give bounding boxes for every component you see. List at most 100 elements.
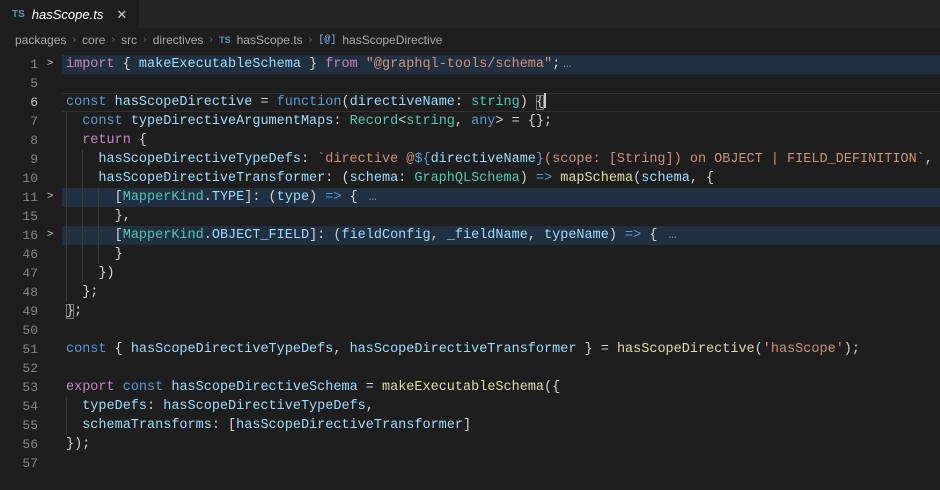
line-number: 9 <box>0 150 38 169</box>
tab-hasscope-ts[interactable]: TS hasScope.ts ✕ <box>0 0 139 28</box>
line-content[interactable] <box>62 454 940 473</box>
line-content[interactable] <box>62 74 940 93</box>
code-line[interactable]: 7 const typeDirectiveArgumentMaps: Recor… <box>0 112 940 131</box>
code-token: ) <box>520 171 536 186</box>
code-line[interactable]: 46 } <box>0 245 940 264</box>
line-content[interactable]: const hasScopeDirective = function(direc… <box>62 93 940 112</box>
code-line[interactable]: 47 }) <box>0 264 940 283</box>
code-token: hasScopeDirectiveTypeDefs <box>98 152 301 167</box>
text-cursor <box>544 93 546 108</box>
fold-gutter-space <box>38 264 62 283</box>
line-number: 53 <box>0 378 38 397</box>
fold-chevron-icon[interactable]: > <box>38 188 62 207</box>
line-number: 10 <box>0 169 38 188</box>
line-content[interactable]: }; <box>62 302 940 321</box>
code-line[interactable]: 10 hasScopeDirectiveTransformer: (schema… <box>0 169 940 188</box>
breadcrumb-item-src[interactable]: src <box>121 33 137 47</box>
code-line[interactable]: 9 hasScopeDirectiveTypeDefs: `directive … <box>0 150 940 169</box>
code-line[interactable]: 55 schemaTransforms: [hasScopeDirectiveT… <box>0 416 940 435</box>
breadcrumb-item-packages[interactable]: packages <box>15 33 66 47</box>
fold-gutter-space <box>38 359 62 378</box>
line-content[interactable]: const typeDirectiveArgumentMaps: Record<… <box>62 112 940 131</box>
folded-code-ellipsis[interactable]: … <box>369 190 377 205</box>
code-line[interactable]: 54 typeDefs: hasScopeDirectiveTypeDefs, <box>0 397 940 416</box>
code-token: GraphQLSchema <box>414 171 519 186</box>
code-line[interactable]: 1>import { makeExecutableSchema } from "… <box>0 55 940 74</box>
code-line[interactable]: 49}; <box>0 302 940 321</box>
line-content[interactable]: hasScopeDirectiveTransformer: (schema: G… <box>62 169 940 188</box>
line-content[interactable]: schemaTransforms: [hasScopeDirectiveTran… <box>62 416 940 435</box>
line-content[interactable]: }); <box>62 435 940 454</box>
code-token: Record <box>350 114 399 129</box>
code-editor[interactable]: 1>import { makeExecutableSchema } from "… <box>0 52 940 473</box>
code-token: TYPE <box>212 190 244 205</box>
code-token: typeDefs <box>82 399 147 414</box>
code-line[interactable]: 57 <box>0 454 940 473</box>
code-line[interactable]: 50 <box>0 321 940 340</box>
fold-gutter-space <box>38 454 62 473</box>
code-line[interactable]: 11> [MapperKind.TYPE]: (type) => { … <box>0 188 940 207</box>
indent-guide <box>98 207 99 226</box>
code-line[interactable]: 5 <box>0 74 940 93</box>
code-line[interactable]: 56}); <box>0 435 940 454</box>
breadcrumb-item-symbol[interactable]: hasScopeDirective <box>342 33 442 47</box>
indent-guide <box>66 131 67 150</box>
code-line[interactable]: 48 }; <box>0 283 940 302</box>
code-line[interactable]: 16> [MapperKind.OBJECT_FIELD]: (fieldCon… <box>0 226 940 245</box>
breadcrumb-item-directives[interactable]: directives <box>153 33 204 47</box>
line-content[interactable]: }) <box>62 264 940 283</box>
code-token: : <box>301 152 317 167</box>
code-token: , <box>333 342 349 357</box>
line-content[interactable] <box>62 321 940 340</box>
fold-gutter-space <box>38 93 62 112</box>
line-content[interactable]: typeDefs: hasScopeDirectiveTypeDefs, <box>62 397 940 416</box>
gutter: 57 <box>0 454 62 473</box>
indent-guide <box>98 245 99 264</box>
code-token: [ <box>115 190 123 205</box>
code-token: } = <box>576 342 617 357</box>
code-line[interactable]: 53 export const hasScopeDirectiveSchema =… <box>0 378 940 397</box>
line-content[interactable]: hasScopeDirectiveTypeDefs: `directive @$… <box>62 150 940 169</box>
line-content[interactable]: return { <box>62 131 940 150</box>
line-content[interactable] <box>62 359 940 378</box>
indent-guide <box>66 416 67 435</box>
folded-code-ellipsis[interactable]: … <box>669 228 677 243</box>
line-content[interactable]: }, <box>62 207 940 226</box>
line-number: 50 <box>0 321 38 340</box>
folded-code-ellipsis[interactable]: … <box>563 57 571 72</box>
fold-gutter-space <box>38 169 62 188</box>
fold-gutter-space <box>38 112 62 131</box>
line-content[interactable]: const { hasScopeDirectiveTypeDefs, hasSc… <box>62 340 940 359</box>
gutter: 54 <box>0 397 62 416</box>
code-line[interactable]: 51const { hasScopeDirectiveTypeDefs, has… <box>0 340 940 359</box>
line-content[interactable]: [MapperKind.TYPE]: (type) => { … <box>62 188 940 207</box>
fold-chevron-icon[interactable]: > <box>38 226 62 245</box>
breadcrumb-item-file[interactable]: hasScope.ts <box>237 33 303 47</box>
code-token: { <box>107 342 131 357</box>
code-token: }); <box>66 437 90 452</box>
line-content[interactable]: [MapperKind.OBJECT_FIELD]: (fieldConfig,… <box>62 226 940 245</box>
line-content[interactable]: } <box>62 245 940 264</box>
gutter: 9 <box>0 150 62 169</box>
indent-guide <box>66 245 67 264</box>
code-line[interactable]: 8 return { <box>0 131 940 150</box>
code-line[interactable]: 52 <box>0 359 940 378</box>
code-line[interactable]: 15 }, <box>0 207 940 226</box>
code-line[interactable]: 6const hasScopeDirective = function(dire… <box>0 93 940 112</box>
symbol-variable-icon: [@] <box>318 35 336 46</box>
code-token: }) <box>98 266 114 281</box>
line-content[interactable]: export const hasScopeDirectiveSchema = m… <box>62 378 940 397</box>
line-number: 55 <box>0 416 38 435</box>
line-content[interactable]: import { makeExecutableSchema } from "@g… <box>62 55 940 74</box>
gutter: 7 <box>0 112 62 131</box>
breadcrumb-item-core[interactable]: core <box>82 33 105 47</box>
close-tab-icon[interactable]: ✕ <box>116 8 127 21</box>
vscode-window: TS hasScope.ts ✕ packages › core › src ›… <box>0 0 940 490</box>
indent-guide <box>66 150 67 169</box>
line-number: 48 <box>0 283 38 302</box>
fold-chevron-icon[interactable]: > <box>38 55 62 74</box>
matched-bracket: { <box>536 95 544 110</box>
line-content[interactable]: }; <box>62 283 940 302</box>
fold-gutter-space <box>38 283 62 302</box>
code-token: , <box>455 114 471 129</box>
